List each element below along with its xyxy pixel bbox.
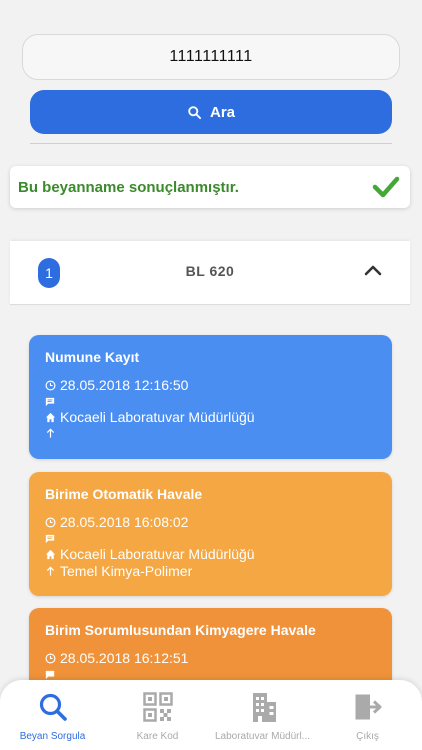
event-title: Birim Sorumlusundan Kimyagere Havale [45,622,316,638]
search-icon [39,693,67,721]
nav-label: Kare Kod [136,731,179,742]
event-title: Numune Kayıt [45,349,140,365]
qr-code-icon [142,692,173,722]
event-datetime-row: 28.05.2018 16:08:02 [45,514,376,531]
event-location: Kocaeli Laboratuvar Müdürlüğü [60,409,255,425]
arrow-up-icon [46,428,55,438]
event-location: Kocaeli Laboratuvar Müdürlüğü [60,546,255,562]
accordion-header[interactable]: 1 BL 620 [10,241,410,305]
event-comment-row [45,394,376,409]
search-button[interactable]: Ara [30,90,392,134]
nav-item-laboratuvar[interactable]: Laboratuvar Müdürl... [210,692,315,742]
home-icon [45,549,56,560]
comment-icon [45,397,55,406]
logout-icon [355,694,381,720]
result-status: Bu beyanname sonuçlanmıştır. [10,166,410,208]
building-icon [252,693,276,722]
event-card[interactable]: Numune Kayıt 28.05.2018 12:16:50 Kocaeli… [29,335,392,459]
clock-icon [45,380,56,391]
divider [30,143,392,144]
result-message: Bu beyanname sonuçlanmıştır. [18,178,239,196]
chevron-up-icon[interactable] [364,263,382,277]
event-datetime: 28.05.2018 16:12:51 [60,650,189,666]
event-target-row: Temel Kimya-Polimer [45,563,376,580]
nav-item-cikis[interactable]: Çıkış [315,692,420,742]
nav-label: Beyan Sorgula [19,731,86,742]
event-comment-row [45,531,376,546]
nav-item-beyan-sorgula[interactable]: Beyan Sorgula [0,692,105,742]
search-button-label: Ara [209,103,235,121]
arrow-up-icon [46,566,55,576]
event-datetime-row: 28.05.2018 16:12:51 [45,650,376,667]
clock-icon [45,517,56,528]
comment-icon [45,534,55,543]
event-location-row: Kocaeli Laboratuvar Müdürlüğü [45,546,376,563]
event-location-row: Kocaeli Laboratuvar Müdürlüğü [45,409,376,426]
search-input[interactable]: 1111111111 [22,34,400,80]
event-card[interactable]: Birime Otomatik Havale 28.05.2018 16:08:… [29,472,392,596]
event-title: Birime Otomatik Havale [45,486,203,502]
panel-title: BL 620 [185,263,235,279]
comment-icon [45,670,55,679]
event-datetime: 28.05.2018 12:16:50 [60,377,189,393]
event-target: Temel Kimya-Polimer [60,563,193,579]
clock-icon [45,653,56,664]
nav-label: Laboratuvar Müdürl... [214,731,311,742]
home-icon [45,412,56,423]
bottom-nav: Beyan Sorgula Kare Kod Laboratuvar Müdür… [0,680,422,750]
nav-label: Çıkış [356,731,379,742]
nav-item-kare-kod[interactable]: Kare Kod [105,692,210,742]
checkmark-icon [372,176,400,198]
event-target-row [45,426,376,441]
search-input-value: 1111111111 [169,48,253,65]
event-datetime-row: 28.05.2018 12:16:50 [45,377,376,394]
event-datetime: 28.05.2018 16:08:02 [60,514,189,530]
search-icon [188,105,202,119]
